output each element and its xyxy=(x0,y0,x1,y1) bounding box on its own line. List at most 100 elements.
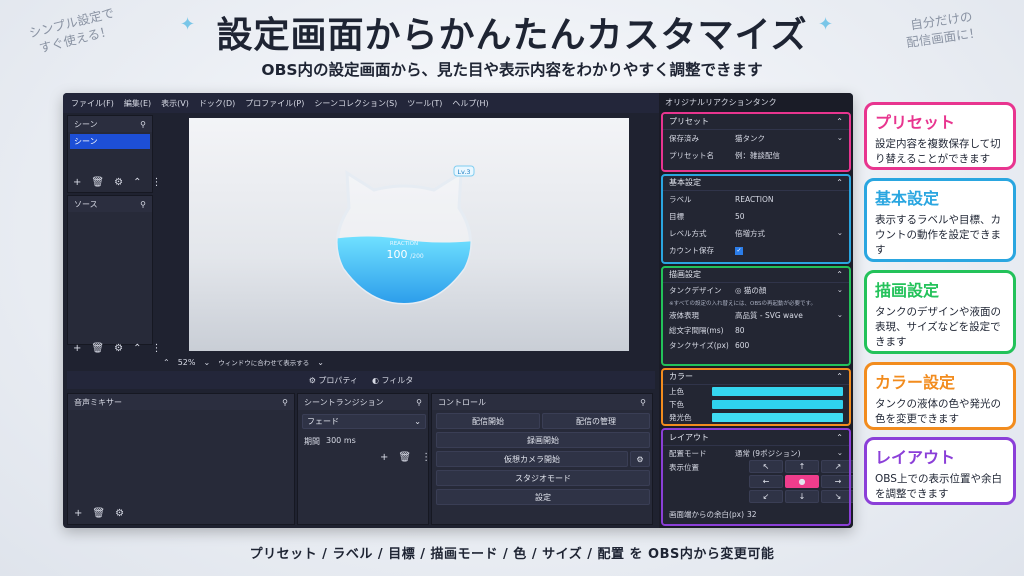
callout-body: タンクの液体の色や発光の色を変更できます xyxy=(875,398,1001,425)
virtual-camera-button[interactable]: 仮想カメラ開始 xyxy=(436,451,628,467)
callout-body: タンクのデザインや液面の表現、サイズなどを設定できます xyxy=(875,306,1001,348)
footer-caption: プリセット / ラベル / 目標 / 描画モード / 色 / サイズ / 配置 … xyxy=(249,547,775,562)
chevron-down-icon[interactable]: ⌄ xyxy=(317,358,324,367)
trash-icon[interactable]: 🗑 xyxy=(398,452,411,463)
render-highlight xyxy=(661,266,851,366)
zoom-fit-label[interactable]: ウィンドウに合わせて表示する xyxy=(218,357,309,367)
chevron-up-icon[interactable]: ⌃ xyxy=(163,358,170,367)
gear-icon[interactable]: ⚙ xyxy=(114,343,123,354)
filter-icon[interactable]: ⚲ xyxy=(140,120,146,129)
callout-title: プリセット xyxy=(875,113,956,132)
audio-toolbar: + 🗑 ⚙ xyxy=(74,508,124,519)
basic-highlight xyxy=(661,174,851,264)
callout-body: OBS上での表示位置や余白を調整できます xyxy=(875,473,1002,500)
transition-select[interactable]: フェード ⌄ xyxy=(302,414,426,429)
duration-input[interactable]: 300 ms xyxy=(326,436,356,447)
level-badge: Lv.3 xyxy=(457,168,470,176)
zoom-value[interactable]: 52% xyxy=(178,358,196,367)
source-toolbar: ⚙ プロパティ ◐ フィルタ xyxy=(67,371,655,389)
cat-tank: Lv.3 REACTION 100 /200 xyxy=(336,165,475,305)
menu-bar: ファイル(F) 編集(E) 表示(V) ドック(D) プロファイル(P) シーン… xyxy=(63,93,659,113)
zoom-bar: ⌃ 52% ⌄ ウィンドウに合わせて表示する ⌄ xyxy=(163,357,324,368)
gear-icon[interactable]: ⚙ xyxy=(114,177,123,188)
menu-dock[interactable]: ドック(D) xyxy=(199,98,235,109)
gear-icon[interactable]: ⚙ xyxy=(115,508,124,519)
callout-body: 設定内容を複数保存して切り替えることができます xyxy=(875,138,1001,165)
sources-header: ソース ⚲ xyxy=(68,196,152,212)
add-icon[interactable]: + xyxy=(73,343,81,354)
filter-icon[interactable]: ⚲ xyxy=(282,398,288,407)
scenes-title: シーン xyxy=(74,119,98,129)
controls-header: コントロール ⚲ xyxy=(432,394,652,410)
callout-layout: レイアウト OBS上での表示位置や余白を調整できます xyxy=(864,437,1016,505)
scenes-toolbar: + 🗑 ⚙ ⌃ ⋮ xyxy=(73,177,161,188)
add-icon[interactable]: + xyxy=(74,508,82,519)
settings-title: オリジナルリアクションタンク xyxy=(665,98,777,107)
trash-icon[interactable]: 🗑 xyxy=(92,508,105,519)
callout-title: 描画設定 xyxy=(875,281,940,300)
more-icon[interactable]: ⋮ xyxy=(151,343,161,354)
callout-body: 表示するラベルや目標、カウントの動作を設定できます xyxy=(875,214,1001,256)
scene-item[interactable]: シーン xyxy=(70,134,150,149)
more-icon[interactable]: ⋮ xyxy=(151,177,161,188)
scenes-header: シーン ⚲ xyxy=(68,116,152,132)
filter-icon[interactable]: ⚲ xyxy=(640,398,646,407)
chevron-down-icon[interactable]: ⌄ xyxy=(203,358,210,367)
tank-target: /200 xyxy=(410,253,424,260)
chevron-down-icon: ⌄ xyxy=(414,417,421,426)
color-highlight xyxy=(661,368,851,426)
add-icon[interactable]: + xyxy=(73,177,81,188)
chevron-up-icon[interactable]: ⌃ xyxy=(133,177,141,188)
menu-scene-collection[interactable]: シーンコレクション(S) xyxy=(314,98,397,109)
filter-icon[interactable]: ⚲ xyxy=(140,200,146,209)
callout-preset: プリセット 設定内容を複数保存して切り替えることができます xyxy=(864,102,1016,170)
studio-mode-button[interactable]: スタジオモード xyxy=(436,470,650,486)
menu-help[interactable]: ヘルプ(H) xyxy=(452,98,488,109)
settings-button[interactable]: 設定 xyxy=(436,489,650,505)
sources-toolbar: + 🗑 ⚙ ⌃ ⋮ xyxy=(73,343,161,354)
callout-title: カラー設定 xyxy=(875,373,956,392)
menu-edit[interactable]: 編集(E) xyxy=(124,98,151,109)
controls-title: コントロール xyxy=(438,397,486,407)
menu-file[interactable]: ファイル(F) xyxy=(71,98,114,109)
callout-title: 基本設定 xyxy=(875,189,940,208)
start-recording-button[interactable]: 録画開始 xyxy=(436,432,650,448)
callout-render: 描画設定 タンクのデザインや液面の表現、サイズなどを設定できます xyxy=(864,270,1016,354)
preset-highlight xyxy=(661,112,851,172)
page-title: 設定画面からかんたんカスタマイズ xyxy=(216,15,808,56)
add-icon[interactable]: + xyxy=(380,452,388,463)
duration-label: 期間 xyxy=(304,437,320,446)
filters-button[interactable]: ◐ フィルタ xyxy=(372,375,413,386)
controls-dock: コントロール ⚲ 配信開始 配信の管理 録画開始 仮想カメラ開始 ⚙ スタジオモ… xyxy=(431,393,653,525)
menu-tools[interactable]: ツール(T) xyxy=(407,98,442,109)
more-icon[interactable]: ⋮ xyxy=(421,452,431,463)
transition-dock: シーントランジション ⚲ フェード ⌄ 期間 300 ms + 🗑 ⋮ xyxy=(297,393,431,525)
callout-basic: 基本設定 表示するラベルや目標、カウントの動作を設定できます xyxy=(864,178,1016,262)
properties-button[interactable]: ⚙ プロパティ xyxy=(309,375,358,386)
audio-mixer-header: 音声ミキサー ⚲ xyxy=(68,394,294,410)
chevron-up-icon[interactable]: ⌃ xyxy=(133,343,141,354)
manage-stream-button[interactable]: 配信の管理 xyxy=(542,413,650,429)
layout-highlight xyxy=(661,428,851,526)
filters-label: フィルタ xyxy=(381,375,414,385)
menu-view[interactable]: 表示(V) xyxy=(161,98,189,109)
tank-count: 100 xyxy=(387,248,408,261)
callout-color: カラー設定 タンクの液体の色や発光の色を変更できます xyxy=(864,362,1016,430)
transition-type: フェード xyxy=(307,417,339,426)
audio-mixer-title: 音声ミキサー xyxy=(74,397,122,407)
start-stream-button[interactable]: 配信開始 xyxy=(436,413,540,429)
duration-row: 期間 300 ms xyxy=(304,436,356,447)
transition-toolbar: + 🗑 ⋮ xyxy=(380,452,431,463)
sources-dock: ソース ⚲ xyxy=(67,195,153,345)
transition-title: シーントランジション xyxy=(304,397,384,407)
trash-icon[interactable]: 🗑 xyxy=(91,177,104,188)
audio-mixer-dock: 音声ミキサー ⚲ + 🗑 ⚙ xyxy=(67,393,295,525)
page-subtitle: OBS内の設定画面から、見た目や表示内容をわかりやすく調整できます xyxy=(261,61,763,79)
gear-icon[interactable]: ⚙ xyxy=(630,451,650,467)
preview-canvas[interactable]: Lv.3 REACTION 100 /200 xyxy=(189,118,629,351)
filter-icon[interactable]: ⚲ xyxy=(416,398,422,407)
tank-label: REACTION xyxy=(390,241,418,247)
menu-profile[interactable]: プロファイル(P) xyxy=(245,98,304,109)
callout-title: レイアウト xyxy=(875,448,956,467)
trash-icon[interactable]: 🗑 xyxy=(91,343,104,354)
